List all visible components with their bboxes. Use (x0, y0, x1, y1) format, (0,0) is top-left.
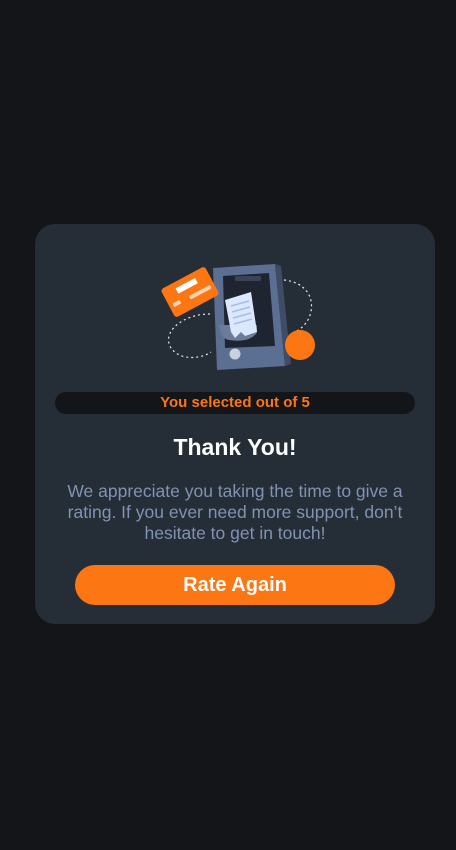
thank-you-card: You selected out of 5 Thank You! We appr… (35, 224, 435, 624)
thank-you-description: We appreciate you taking the time to giv… (67, 481, 403, 543)
thank-you-title: Thank You! (173, 434, 297, 460)
rate-again-button[interactable]: Rate Again (75, 565, 395, 605)
selected-rating-badge: You selected out of 5 (55, 392, 415, 414)
phone-payment-receipt-illustration-icon (161, 264, 315, 370)
